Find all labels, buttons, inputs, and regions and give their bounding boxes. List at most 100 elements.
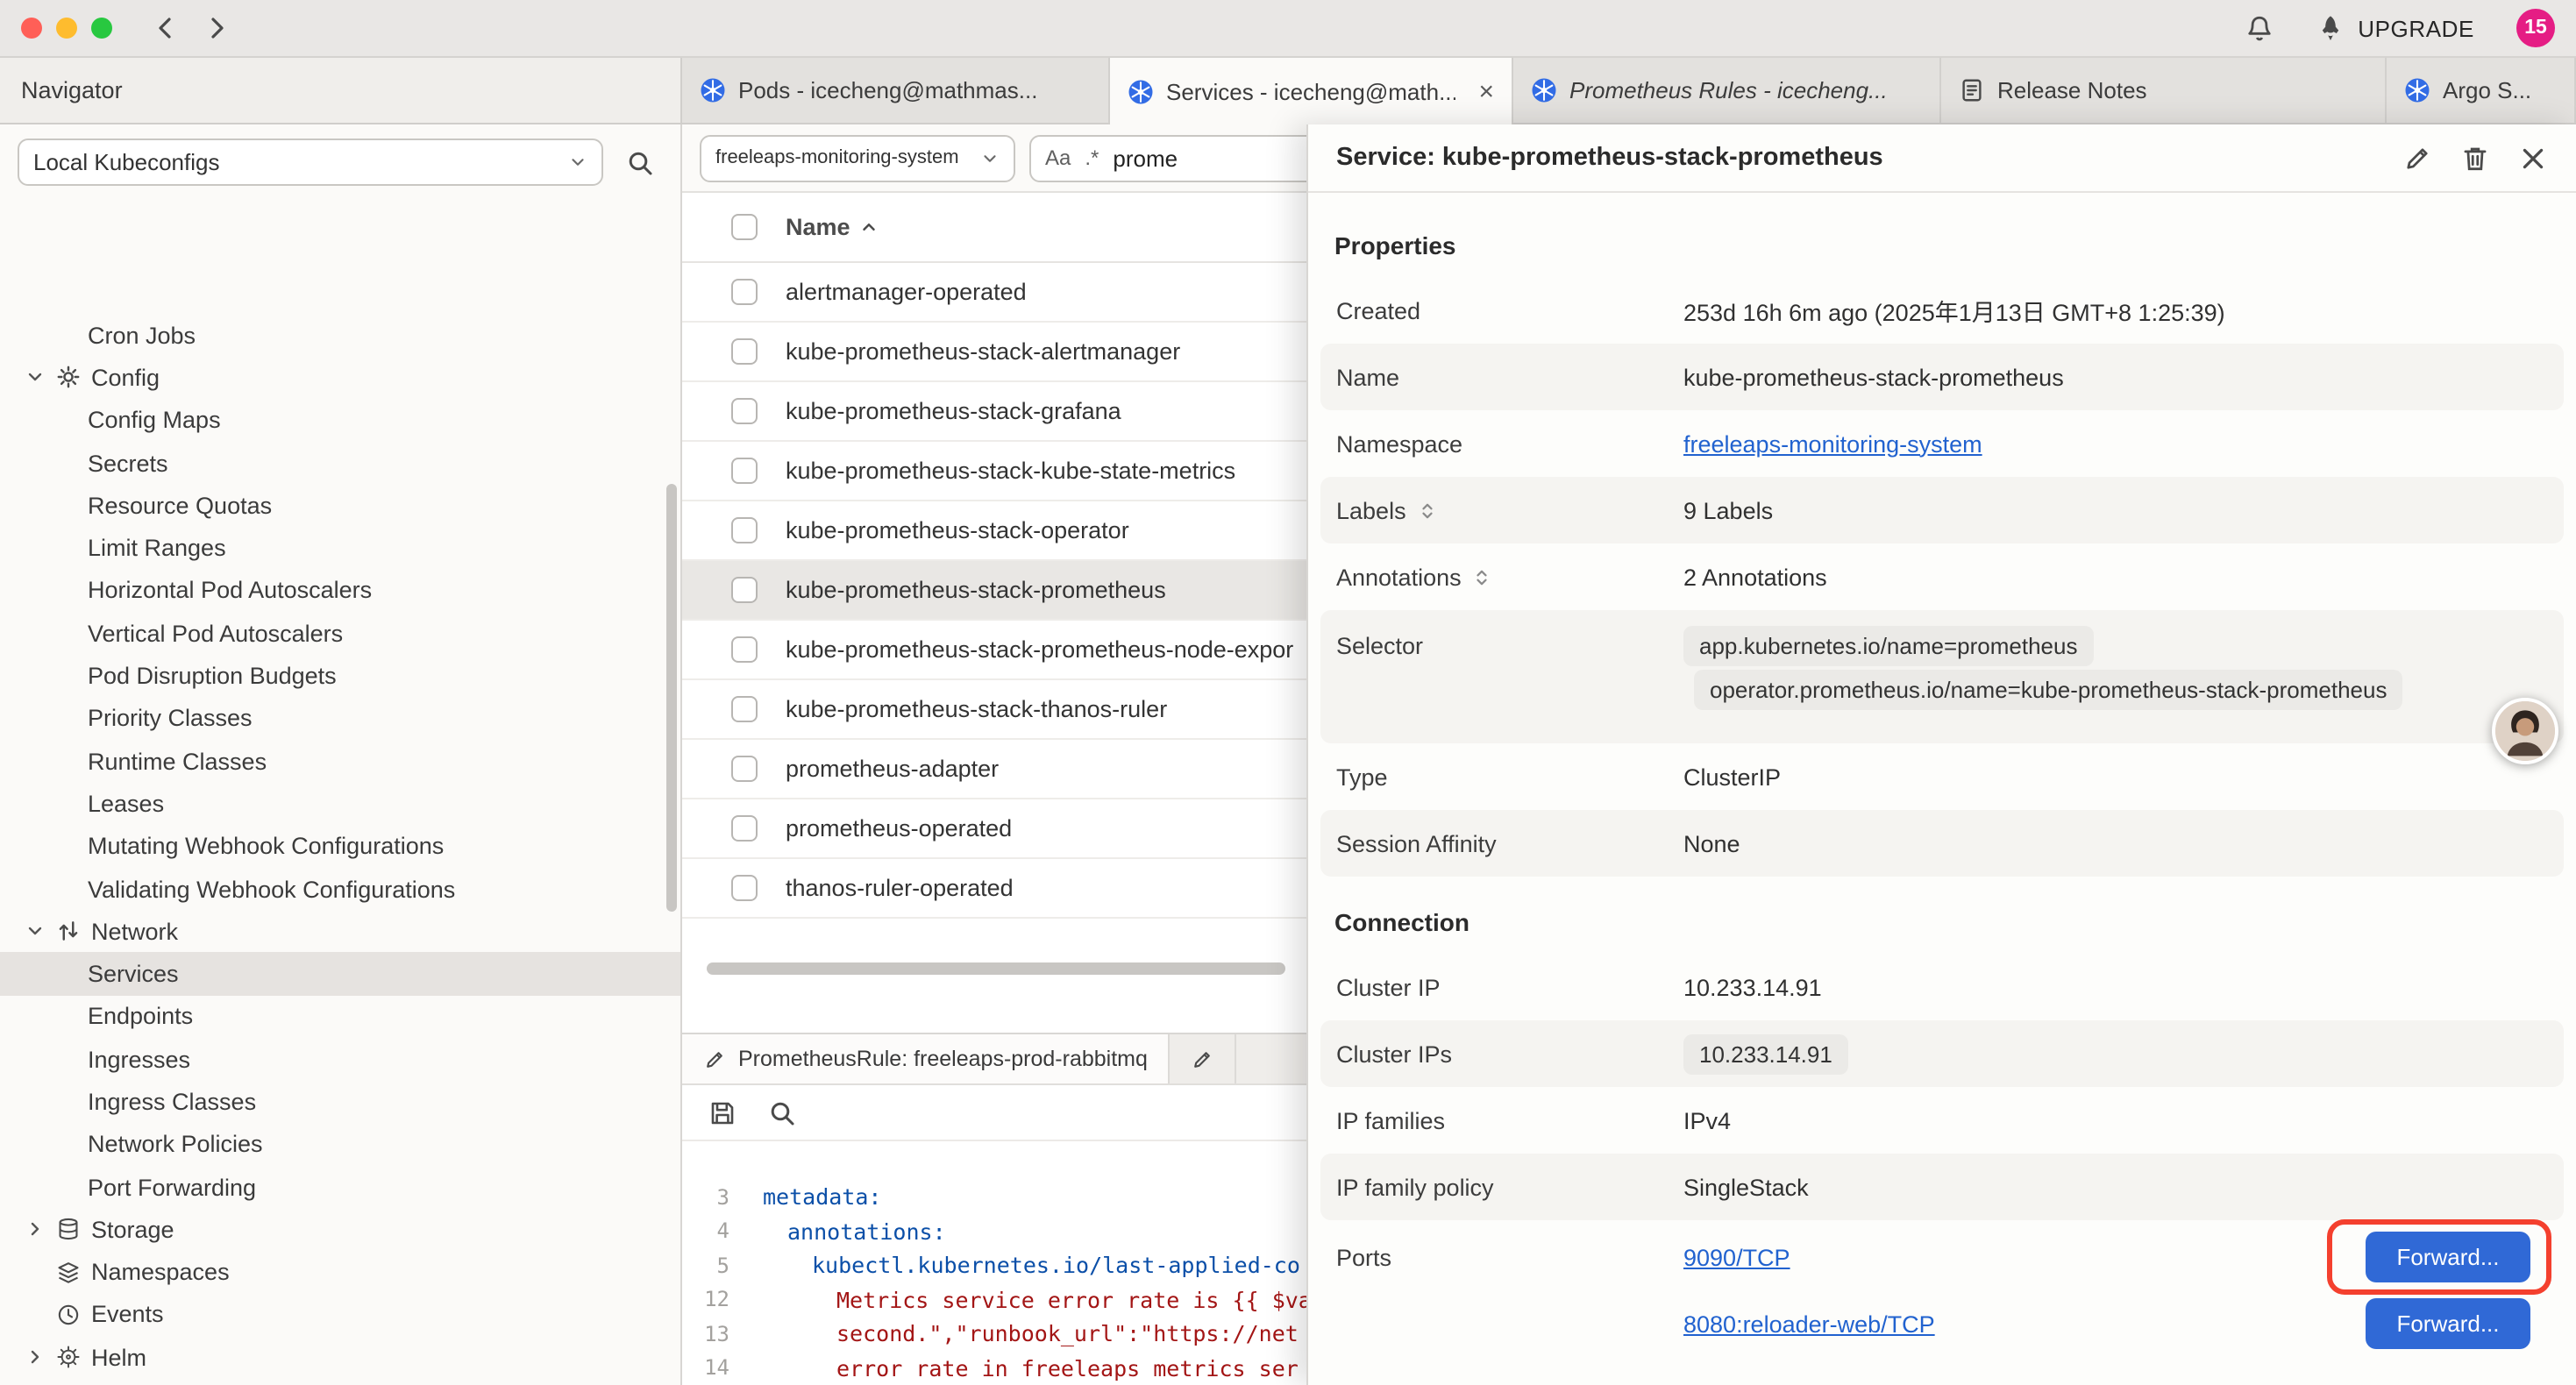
close-window-button[interactable] (21, 18, 42, 39)
editor-search-button[interactable] (759, 1090, 805, 1136)
sidebar-item-endpoints[interactable]: Endpoints (0, 996, 680, 1039)
column-header-name[interactable]: Name (786, 214, 879, 240)
pencil-icon (1192, 1048, 1214, 1070)
match-case-toggle[interactable]: Aa (1045, 146, 1071, 170)
property-label-text: Labels (1336, 497, 1406, 523)
row-checkbox[interactable] (731, 577, 758, 603)
editor-tab-prometheusrule[interactable]: PrometheusRule: freeleaps-prod-rabbitmq (682, 1034, 1171, 1083)
line-number: 14 (682, 1356, 745, 1381)
detail-title: Service: kube-prometheus-stack-prometheu… (1336, 144, 1883, 172)
row-checkbox[interactable] (731, 458, 758, 484)
row-checkbox[interactable] (731, 398, 758, 424)
property-label: IP family policy (1336, 1174, 1683, 1200)
sidebar-item-ingress-classes[interactable]: Ingress Classes (0, 1081, 680, 1124)
regex-toggle[interactable]: .* (1085, 146, 1099, 170)
sidebar-item-network-policies[interactable]: Network Policies (0, 1123, 680, 1166)
value-chip: app.kubernetes.io/name=prometheus (1683, 626, 2093, 666)
sort-ascending-icon (859, 217, 879, 237)
property-label: Name (1336, 364, 1683, 390)
sidebar-item-port-forwarding[interactable]: Port Forwarding (0, 1166, 680, 1209)
sidebar-item-vertical-pod-autoscalers[interactable]: Vertical Pod Autoscalers (0, 612, 680, 655)
tab-pods-icecheng-mathmas[interactable]: Pods - icecheng@mathmas... (682, 58, 1110, 123)
port-link[interactable]: 9090/TCP (1683, 1244, 1790, 1270)
row-checkbox[interactable] (731, 517, 758, 543)
row-checkbox[interactable] (731, 696, 758, 722)
row-checkbox[interactable] (731, 338, 758, 365)
namespace-filter[interactable]: freeleaps-monitoring-system (700, 134, 1015, 181)
navigator-panel-tab[interactable]: Navigator (0, 58, 682, 123)
horizontal-scrollbar[interactable] (707, 962, 1285, 975)
select-all-checkbox[interactable] (731, 214, 758, 240)
tab-prometheus-rules-icecheng[interactable]: Prometheus Rules - icecheng... (1513, 58, 1941, 123)
sidebar-item-access-control[interactable]: Access Control (0, 1379, 680, 1385)
row-checkbox[interactable] (731, 815, 758, 842)
value-chip: operator.prometheus.io/name=kube-prometh… (1694, 670, 2403, 710)
resource-search-input[interactable]: Aa .* prome (1029, 134, 1327, 181)
delete-icon[interactable] (2460, 143, 2490, 173)
editor-tab-next[interactable] (1171, 1034, 1237, 1083)
sidebar-item-namespaces[interactable]: Namespaces (0, 1251, 680, 1294)
port-forward-button[interactable]: Forward... (2366, 1232, 2530, 1282)
notifications-bell-icon[interactable] (2244, 13, 2274, 43)
editor-tab-label: PrometheusRule: freeleaps-prod-rabbitmq (738, 1047, 1148, 1071)
sidebar-item-helm[interactable]: Helm (0, 1336, 680, 1379)
port-link[interactable]: 8080:reloader-web/TCP (1683, 1310, 1935, 1337)
forward-icon[interactable] (203, 14, 231, 42)
tab-services-icecheng-math[interactable]: Services - icecheng@math...× (1110, 58, 1513, 124)
sidebar-item-leases[interactable]: Leases (0, 783, 680, 826)
sidebar-item-label: Config (91, 365, 160, 391)
row-checkbox[interactable] (731, 756, 758, 782)
close-icon[interactable] (2518, 143, 2548, 173)
property-label: Type (1336, 764, 1683, 790)
property-label-text: Created (1336, 297, 1420, 323)
sidebar-item-horizontal-pod-autoscalers[interactable]: Horizontal Pod Autoscalers (0, 570, 680, 613)
close-icon[interactable]: × (1468, 78, 1494, 104)
property-label: IP families (1336, 1107, 1683, 1133)
sidebar-item-secrets[interactable]: Secrets (0, 442, 680, 485)
sidebar-search-button[interactable] (617, 139, 663, 185)
sidebar-item-services[interactable]: Services (0, 953, 680, 996)
sidebar-item-network[interactable]: Network (0, 910, 680, 953)
property-value: 2 Annotations (1683, 564, 2548, 590)
property-row-cluster-ip: Cluster IP10.233.14.91 (1320, 954, 2564, 1020)
resource-name: kube-prometheus-stack-alertmanager (786, 338, 1180, 365)
sidebar-item-label: Priority Classes (88, 706, 253, 732)
back-icon[interactable] (151, 14, 179, 42)
value-chip: 10.233.14.91 (1683, 1033, 1848, 1074)
zoom-window-button[interactable] (91, 18, 112, 39)
sidebar-item-label: Namespaces (91, 1259, 230, 1285)
kubeconfig-selector[interactable]: Local Kubeconfigs (18, 138, 603, 186)
port-forward-button[interactable]: Forward... (2366, 1298, 2530, 1349)
row-checkbox[interactable] (731, 875, 758, 901)
property-link[interactable]: freeleaps-monitoring-system (1683, 430, 1982, 457)
sidebar-item-runtime-classes[interactable]: Runtime Classes (0, 740, 680, 783)
sidebar-item-resource-quotas[interactable]: Resource Quotas (0, 484, 680, 527)
sidebar-item-storage[interactable]: Storage (0, 1208, 680, 1251)
search-icon (626, 148, 654, 176)
tab-release-notes[interactable]: Release Notes (1941, 58, 2387, 123)
upgrade-button[interactable]: UPGRADE (2316, 14, 2474, 42)
sidebar-item-ingresses[interactable]: Ingresses (0, 1038, 680, 1081)
property-row-name: Namekube-prometheus-stack-prometheus (1320, 344, 2564, 410)
row-checkbox[interactable] (731, 279, 758, 305)
code-text: kubectl.kubernetes.io/last-applied-co (745, 1253, 1300, 1279)
row-checkbox[interactable] (731, 636, 758, 663)
sidebar-item-cron-jobs[interactable]: Cron Jobs (0, 314, 680, 357)
sidebar-scrollbar[interactable] (666, 484, 677, 912)
sidebar-item-pod-disruption-budgets[interactable]: Pod Disruption Budgets (0, 655, 680, 698)
sidebar-item-config-maps[interactable]: Config Maps (0, 399, 680, 442)
minimize-window-button[interactable] (56, 18, 77, 39)
floating-avatar[interactable] (2492, 698, 2558, 764)
edit-icon[interactable] (2402, 143, 2432, 173)
sidebar-item-priority-classes[interactable]: Priority Classes (0, 697, 680, 740)
sidebar-item-mutating-webhook-configurations[interactable]: Mutating Webhook Configurations (0, 825, 680, 868)
notification-badge[interactable]: 15 (2516, 9, 2555, 47)
sidebar-item-events[interactable]: Events (0, 1294, 680, 1337)
sidebar-item-config[interactable]: Config (0, 357, 680, 400)
sidebar-item-limit-ranges[interactable]: Limit Ranges (0, 527, 680, 570)
property-label-text: Type (1336, 764, 1388, 790)
save-button[interactable] (700, 1090, 745, 1136)
sidebar-item-validating-webhook-configurations[interactable]: Validating Webhook Configurations (0, 868, 680, 911)
detail-body: PropertiesCreated253d 16h 6m ago (2025年1… (1308, 193, 2576, 1385)
tab-argo-s[interactable]: Argo S... (2387, 58, 2576, 123)
